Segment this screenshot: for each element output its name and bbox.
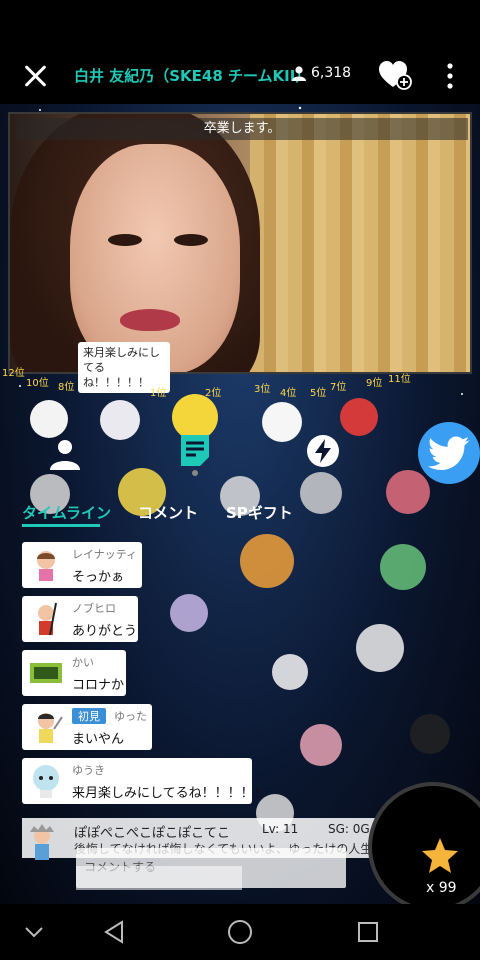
user-avatar [30, 824, 54, 860]
timeline-tabs: タイムライン コメント SPギフト [0, 496, 480, 530]
comment-user: レイナッティ [72, 548, 138, 561]
comment-item[interactable]: 初見 ゆった まいやん [22, 704, 152, 750]
streamer-face [70, 144, 240, 372]
comment-text: そっかぁ [72, 570, 125, 585]
viewer-icon [292, 65, 306, 81]
rank-label: 4位 [280, 388, 297, 399]
comment-user: かい [72, 656, 94, 669]
viewer-count: 6,318 [311, 65, 352, 81]
tab-sp-gift[interactable]: SPギフト [226, 502, 293, 523]
star-count: x 99 [426, 880, 457, 896]
more-icon[interactable] [440, 62, 460, 90]
rank-label: 3位 [254, 384, 271, 395]
streamer-mouth [120, 309, 180, 331]
info-sg: SG: 0G [328, 822, 370, 836]
comment-text: コロナか [72, 678, 125, 693]
comment-item[interactable]: かい コロナか [22, 650, 126, 696]
comment-user: 初見 ゆった [72, 708, 147, 724]
comment-item[interactable]: ゆうき 来月楽しみにしてるね！！！！！ [22, 758, 267, 804]
info-user-name: ぽぽぺこぺこぽこぽこてこ [74, 826, 231, 841]
video-background [250, 114, 470, 372]
streamer-name[interactable]: 白井 友紀乃（SKE48 チームKII） [74, 65, 310, 86]
rank-label: 12位 [2, 368, 25, 379]
tab-comments[interactable]: コメント [138, 502, 198, 523]
comment-user-name: ゆった [114, 710, 147, 723]
rank-label: 7位 [330, 382, 347, 393]
rank-label: 9位 [366, 378, 383, 389]
user-avatar [30, 663, 62, 683]
comment-text: まいやん [72, 732, 125, 747]
header: 白井 友紀乃（SKE48 チームKII） 6,318 [0, 48, 480, 104]
comment-text: 来月楽しみにしてるね！！！！！ [72, 786, 267, 801]
comment-text: ありがとう [72, 624, 138, 639]
comment-item[interactable]: レイナッティ そっかぁ [22, 542, 142, 588]
user-avatar [37, 551, 55, 581]
rank-label: 10位 [26, 378, 49, 389]
active-tab-underline [22, 524, 100, 527]
video-caption: 卒業します。 [16, 118, 468, 140]
status-bar [0, 0, 480, 48]
rank-label: 1位 [150, 388, 167, 399]
info-level: Lv: 11 [262, 822, 299, 836]
home-icon[interactable] [226, 918, 254, 946]
rank-label: 11位 [388, 374, 411, 385]
comment-user: ノブヒロ [72, 602, 116, 615]
recents-icon[interactable] [354, 918, 382, 946]
viewer-count-group: 6,318 [292, 65, 351, 81]
bolt-icon[interactable] [306, 434, 340, 468]
video-player[interactable]: 卒業します。 [8, 112, 472, 374]
chevron-down-icon[interactable] [20, 918, 48, 946]
system-nav-bar [0, 904, 480, 960]
rank-label: 5位 [310, 388, 327, 399]
comment-input-strip [76, 866, 242, 890]
memo-icon[interactable] [178, 432, 212, 468]
comment-user: ゆうき [72, 764, 105, 777]
user-avatar [38, 602, 57, 636]
comment-item[interactable]: ノブヒロ ありがとう [22, 596, 138, 642]
user-avatar [33, 765, 59, 798]
tab-timeline[interactable]: タイムライン [22, 502, 111, 523]
star-icon [422, 838, 458, 873]
rank-label: 8位 [58, 382, 75, 393]
heart-plus-icon[interactable] [378, 60, 412, 90]
back-icon[interactable] [100, 918, 128, 946]
first-visit-badge: 初見 [72, 708, 106, 724]
user-avatar [38, 713, 63, 743]
close-icon[interactable] [22, 62, 50, 90]
